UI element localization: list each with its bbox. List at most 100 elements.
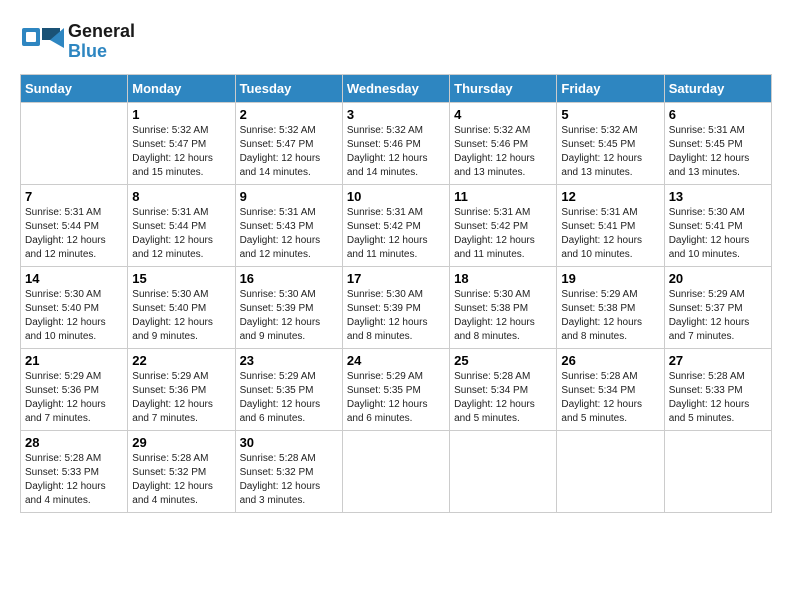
calendar-cell: 1 Sunrise: 5:32 AMSunset: 5:47 PMDaylight… [128,103,235,185]
calendar-cell [21,103,128,185]
day-number: 22 [132,353,230,368]
day-info: Sunrise: 5:32 AMSunset: 5:47 PMDaylight:… [240,124,338,180]
day-number: 21 [25,353,123,368]
calendar-cell: 8 Sunrise: 5:31 AMSunset: 5:44 PMDaylight… [128,185,235,267]
calendar-header-row: SundayMondayTuesdayWednesdayThursdayFrid… [21,75,772,103]
header-sunday: Sunday [21,75,128,103]
header-tuesday: Tuesday [235,75,342,103]
logo-blue: Blue [68,41,107,61]
day-info: Sunrise: 5:31 AMSunset: 5:44 PMDaylight:… [25,206,123,262]
day-number: 26 [561,353,659,368]
day-number: 18 [454,271,552,286]
day-number: 8 [132,189,230,204]
calendar-cell: 24Sunrise: 5:29 AMSunset: 5:35 PMDayligh… [342,349,449,431]
calendar-cell: 16 Sunrise: 5:30 AMSunset: 5:39 PMDayligh… [235,267,342,349]
day-info: Sunrise: 5:30 AMSunset: 5:38 PMDaylight:… [454,288,552,344]
header: General Blue [20,20,772,64]
day-number: 9 [240,189,338,204]
calendar-cell: 6 Sunrise: 5:31 AMSunset: 5:45 PMDaylight… [664,103,771,185]
calendar-week-row: 1 Sunrise: 5:32 AMSunset: 5:47 PMDaylight… [21,103,772,185]
logo: General Blue [20,20,135,64]
calendar-cell: 26 Sunrise: 5:28 AMSunset: 5:34 PMDayligh… [557,349,664,431]
calendar-cell: 4 Sunrise: 5:32 AMSunset: 5:46 PMDaylight… [450,103,557,185]
day-number: 5 [561,107,659,122]
day-number: 12 [561,189,659,204]
calendar-cell: 30Sunrise: 5:28 AMSunset: 5:32 PMDayligh… [235,431,342,513]
day-info: Sunrise: 5:29 AMSunset: 5:36 PMDaylight:… [132,370,230,426]
day-number: 16 [240,271,338,286]
logo-general: General [68,21,135,41]
day-info: Sunrise: 5:31 AMSunset: 5:42 PMDaylight:… [454,206,552,262]
day-number: 29 [132,435,230,450]
day-info: Sunrise: 5:32 AMSunset: 5:47 PMDaylight:… [132,124,230,180]
calendar-week-row: 21 Sunrise: 5:29 AMSunset: 5:36 PMDayligh… [21,349,772,431]
header-friday: Friday [557,75,664,103]
day-number: 13 [669,189,767,204]
calendar-cell: 2 Sunrise: 5:32 AMSunset: 5:47 PMDaylight… [235,103,342,185]
day-info: Sunrise: 5:31 AMSunset: 5:45 PMDaylight:… [669,124,767,180]
day-info: Sunrise: 5:28 AMSunset: 5:33 PMDaylight:… [669,370,767,426]
header-thursday: Thursday [450,75,557,103]
day-number: 15 [132,271,230,286]
calendar-cell: 11 Sunrise: 5:31 AMSunset: 5:42 PMDayligh… [450,185,557,267]
calendar-cell: 18 Sunrise: 5:30 AMSunset: 5:38 PMDayligh… [450,267,557,349]
day-number: 20 [669,271,767,286]
calendar-cell: 17 Sunrise: 5:30 AMSunset: 5:39 PMDayligh… [342,267,449,349]
day-info: Sunrise: 5:29 AMSunset: 5:35 PMDaylight:… [347,370,445,426]
calendar-cell: 21 Sunrise: 5:29 AMSunset: 5:36 PMDayligh… [21,349,128,431]
day-info: Sunrise: 5:30 AMSunset: 5:39 PMDaylight:… [347,288,445,344]
calendar-cell: 29 Sunrise: 5:28 AMSunset: 5:32 PMDayligh… [128,431,235,513]
day-info: Sunrise: 5:30 AMSunset: 5:39 PMDaylight:… [240,288,338,344]
day-info: Sunrise: 5:30 AMSunset: 5:40 PMDaylight:… [25,288,123,344]
day-number: 28 [25,435,123,450]
calendar-cell: 10 Sunrise: 5:31 AMSunset: 5:42 PMDayligh… [342,185,449,267]
calendar-cell: 27 Sunrise: 5:28 AMSunset: 5:33 PMDayligh… [664,349,771,431]
day-info: Sunrise: 5:28 AMSunset: 5:34 PMDaylight:… [454,370,552,426]
calendar-cell: 23Sunrise: 5:29 AMSunset: 5:35 PMDayligh… [235,349,342,431]
day-info: Sunrise: 5:28 AMSunset: 5:32 PMDaylight:… [132,452,230,508]
calendar-cell: 5Sunrise: 5:32 AMSunset: 5:45 PMDaylight… [557,103,664,185]
calendar-cell: 14 Sunrise: 5:30 AMSunset: 5:40 PMDayligh… [21,267,128,349]
day-number: 25 [454,353,552,368]
day-number: 7 [25,189,123,204]
day-number: 4 [454,107,552,122]
day-info: Sunrise: 5:29 AMSunset: 5:38 PMDaylight:… [561,288,659,344]
day-info: Sunrise: 5:32 AMSunset: 5:46 PMDaylight:… [347,124,445,180]
day-info: Sunrise: 5:29 AMSunset: 5:36 PMDaylight:… [25,370,123,426]
day-number: 2 [240,107,338,122]
calendar-cell: 13 Sunrise: 5:30 AMSunset: 5:41 PMDayligh… [664,185,771,267]
day-number: 1 [132,107,230,122]
calendar-cell: 9 Sunrise: 5:31 AMSunset: 5:43 PMDaylight… [235,185,342,267]
day-info: Sunrise: 5:31 AMSunset: 5:43 PMDaylight:… [240,206,338,262]
day-info: Sunrise: 5:30 AMSunset: 5:40 PMDaylight:… [132,288,230,344]
calendar-week-row: 14 Sunrise: 5:30 AMSunset: 5:40 PMDayligh… [21,267,772,349]
day-info: Sunrise: 5:28 AMSunset: 5:34 PMDaylight:… [561,370,659,426]
calendar-table: SundayMondayTuesdayWednesdayThursdayFrid… [20,74,772,513]
day-info: Sunrise: 5:30 AMSunset: 5:41 PMDaylight:… [669,206,767,262]
day-number: 17 [347,271,445,286]
calendar-cell: 25 Sunrise: 5:28 AMSunset: 5:34 PMDayligh… [450,349,557,431]
day-info: Sunrise: 5:31 AMSunset: 5:44 PMDaylight:… [132,206,230,262]
header-wednesday: Wednesday [342,75,449,103]
day-number: 19 [561,271,659,286]
day-info: Sunrise: 5:31 AMSunset: 5:42 PMDaylight:… [347,206,445,262]
calendar-cell: 28Sunrise: 5:28 AMSunset: 5:33 PMDayligh… [21,431,128,513]
day-number: 11 [454,189,552,204]
calendar-cell: 7 Sunrise: 5:31 AMSunset: 5:44 PMDaylight… [21,185,128,267]
calendar-cell [450,431,557,513]
day-number: 10 [347,189,445,204]
day-info: Sunrise: 5:32 AMSunset: 5:46 PMDaylight:… [454,124,552,180]
day-number: 30 [240,435,338,450]
calendar-week-row: 7 Sunrise: 5:31 AMSunset: 5:44 PMDaylight… [21,185,772,267]
calendar-cell [342,431,449,513]
day-number: 14 [25,271,123,286]
day-number: 3 [347,107,445,122]
day-number: 6 [669,107,767,122]
header-saturday: Saturday [664,75,771,103]
day-number: 27 [669,353,767,368]
calendar-cell: 20Sunrise: 5:29 AMSunset: 5:37 PMDayligh… [664,267,771,349]
day-number: 23 [240,353,338,368]
calendar-cell: 22 Sunrise: 5:29 AMSunset: 5:36 PMDayligh… [128,349,235,431]
calendar-week-row: 28Sunrise: 5:28 AMSunset: 5:33 PMDayligh… [21,431,772,513]
calendar-cell: 12Sunrise: 5:31 AMSunset: 5:41 PMDayligh… [557,185,664,267]
